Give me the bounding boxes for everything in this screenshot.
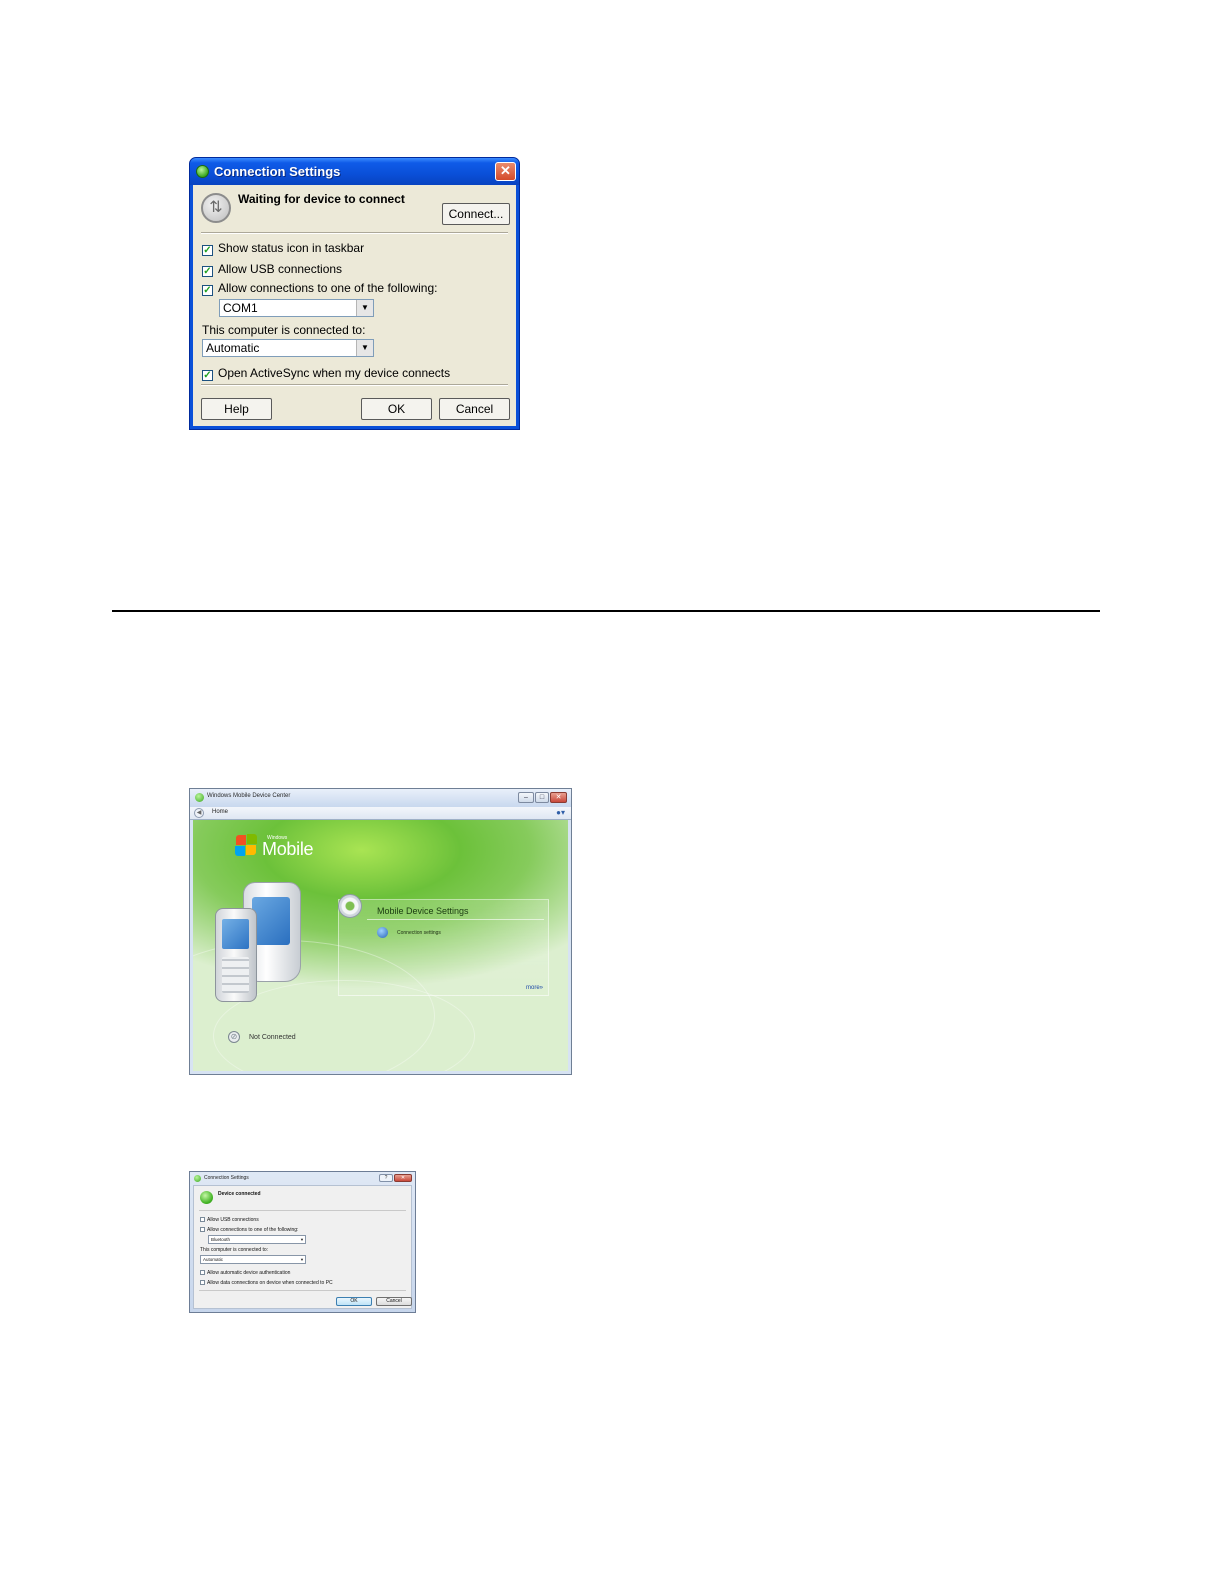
connected-to-select[interactable]: Automatic ▼ <box>202 339 374 357</box>
wmdc-nav-bar: ◀ Home ●▾ <box>190 807 571 820</box>
panel-title: Mobile Device Settings <box>377 906 469 916</box>
wmdc-window-title: Windows Mobile Device Center <box>207 793 291 799</box>
activesync-icon <box>196 165 209 178</box>
chevron-down-icon[interactable]: ▼ <box>300 1236 304 1243</box>
option-allow-connections[interactable]: Allow connections to one of the followin… <box>200 1227 298 1233</box>
help-button[interactable]: Help <box>201 398 272 420</box>
cancel-button[interactable]: Cancel <box>439 398 510 420</box>
connected-to-select[interactable]: Automatic ▼ <box>200 1255 306 1264</box>
checkbox[interactable] <box>200 1270 205 1275</box>
option-allow-connections[interactable]: ✓ Allow connections to one of the followi… <box>202 281 437 296</box>
vista-connection-settings-dialog: Connection Settings ? ✕ Device connected… <box>189 1171 416 1313</box>
port-select[interactable]: Bluetooth ▼ <box>208 1235 306 1244</box>
vista-dialog-title: Connection Settings <box>204 1175 249 1181</box>
connection-settings-icon[interactable] <box>377 927 388 938</box>
connect-button[interactable]: Connect... <box>442 203 510 225</box>
help-icon[interactable]: ●▾ <box>556 808 565 817</box>
checkbox[interactable]: ✓ <box>202 245 213 256</box>
connected-to-label: This computer is connected to: <box>200 1247 269 1253</box>
xp-title-bar[interactable]: Connection Settings ✕ <box>190 158 519 185</box>
option-allow-usb[interactable]: ✓ Allow USB connections <box>202 262 342 277</box>
option-open-activesync[interactable]: ✓ Open ActiveSync when my device connects <box>202 366 450 381</box>
sync-status-icon: ⇅ <box>201 193 231 223</box>
option-show-status-icon[interactable]: ✓ Show status icon in taskbar <box>202 241 364 256</box>
divider <box>199 1290 406 1291</box>
mobile-device-settings-panel: Mobile Device Settings Connection settin… <box>338 894 549 996</box>
vista-dialog-body: Device connected Allow USB connections A… <box>193 1185 412 1309</box>
xp-connection-settings-dialog: Connection Settings ✕ ⇅ Waiting for devi… <box>189 157 520 430</box>
divider <box>201 384 508 386</box>
chevron-down-icon[interactable]: ▼ <box>356 300 373 316</box>
connected-to-label: This computer is connected to: <box>202 323 366 337</box>
option-allow-usb[interactable]: Allow USB connections <box>200 1217 259 1223</box>
option-auto-authentication[interactable]: Allow automatic device authentication <box>200 1270 290 1276</box>
checkbox[interactable] <box>200 1227 205 1232</box>
minimize-icon[interactable]: – <box>518 792 534 803</box>
close-icon[interactable]: ✕ <box>394 1174 412 1182</box>
xp-dialog-title: Connection Settings <box>214 164 341 179</box>
connection-status-text: Device connected <box>218 1191 261 1197</box>
divider <box>201 232 508 234</box>
wmdc-app-icon <box>195 793 204 802</box>
phone-icon <box>215 908 257 1002</box>
device-connected-icon <box>200 1191 213 1204</box>
chevron-down-icon[interactable]: ▼ <box>300 1256 304 1263</box>
close-icon[interactable]: ✕ <box>495 162 516 181</box>
nav-home-link[interactable]: Home <box>212 809 228 815</box>
checkbox[interactable] <box>200 1280 205 1285</box>
windows-flag-icon <box>235 834 257 856</box>
wmdc-title-bar[interactable]: Windows Mobile Device Center – □ ✕ <box>190 789 571 807</box>
not-connected-icon: ⊘ <box>228 1031 240 1043</box>
connection-status-text: Waiting for device to connect <box>238 192 405 206</box>
gear-icon <box>338 894 362 918</box>
ok-button[interactable]: OK <box>361 398 432 420</box>
brand-mobile-text: Mobile <box>262 839 314 859</box>
wmdc-main-area: Windows Mobile Mobile Device Settings Co… <box>193 820 568 1071</box>
close-icon[interactable]: ✕ <box>550 792 567 803</box>
help-icon[interactable]: ? <box>379 1174 393 1182</box>
checkbox[interactable] <box>200 1217 205 1222</box>
connection-status-text: Not Connected <box>249 1034 296 1041</box>
page-divider-rule <box>112 610 1100 612</box>
divider <box>199 1210 406 1211</box>
ok-button[interactable]: OK <box>336 1297 372 1306</box>
vista-title-bar[interactable]: Connection Settings ? ✕ <box>190 1172 415 1185</box>
cancel-button[interactable]: Cancel <box>376 1297 412 1306</box>
chevron-down-icon[interactable]: ▼ <box>356 340 373 356</box>
wmdc-window: Windows Mobile Device Center – □ ✕ ◀ Hom… <box>189 788 572 1075</box>
back-arrow-icon[interactable]: ◀ <box>194 808 204 818</box>
maximize-icon[interactable]: □ <box>535 792 549 803</box>
port-select[interactable]: COM1 ▼ <box>219 299 374 317</box>
activesync-icon <box>194 1175 201 1182</box>
xp-dialog-body: ⇅ Waiting for device to connect Connect.… <box>193 185 516 426</box>
option-data-connections[interactable]: Allow data connections on device when co… <box>200 1280 333 1286</box>
connection-settings-link[interactable]: Connection settings <box>397 930 441 936</box>
checkbox[interactable]: ✓ <box>202 285 213 296</box>
more-link[interactable]: more» <box>526 985 543 991</box>
divider <box>367 919 544 920</box>
checkbox[interactable]: ✓ <box>202 266 213 277</box>
checkbox[interactable]: ✓ <box>202 370 213 381</box>
